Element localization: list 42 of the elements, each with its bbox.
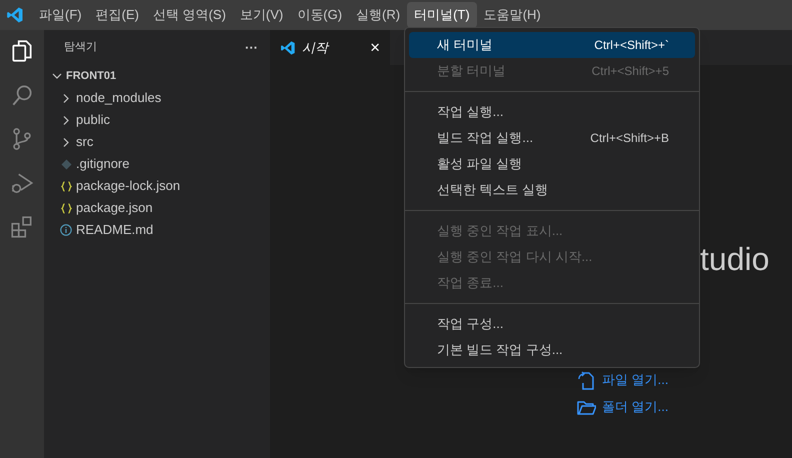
sidebar-title: 탐색기 [64, 40, 97, 56]
link[interactable]: 파일 열기... [602, 370, 668, 390]
welcome-heading: tudio [700, 240, 770, 279]
close-button[interactable]: × [370, 39, 380, 56]
chevron-icon[interactable] [61, 136, 71, 148]
folder-item[interactable]: src [76, 132, 94, 152]
tab-label: 시작 [302, 38, 330, 57]
braces-icon [60, 180, 72, 192]
file-item[interactable]: README.md [76, 220, 154, 240]
info-icon [60, 224, 72, 236]
menu-item[interactable]: 선택한 텍스트 실행 [409, 177, 695, 203]
menu-item[interactable]: 기본 빌드 작업 구성... [409, 337, 695, 363]
menu-bar-item[interactable]: 실행(R) [349, 2, 408, 28]
folder-item[interactable]: public [76, 110, 110, 130]
menu-bar-item[interactable]: 편집(E) [88, 2, 146, 28]
app-logo-icon[interactable] [6, 6, 24, 24]
editor-tab[interactable]: 시작 × [270, 30, 390, 65]
file-item[interactable]: .gitignore [76, 154, 130, 174]
file-item[interactable]: package-lock.json [76, 176, 180, 196]
menu-bar-item[interactable]: 이동(G) [290, 2, 350, 28]
chevron-icon[interactable] [61, 92, 71, 104]
menu-item[interactable]: 활성 파일 실행 [409, 151, 695, 177]
app-logo-icon [280, 40, 296, 56]
open-file-icon [576, 370, 596, 390]
menu-bar-item[interactable]: 보기(V) [232, 2, 290, 28]
menu-item[interactable]: 빌드 작업 실행... Ctrl+<Shift>+B [409, 125, 695, 151]
menu-item[interactable]: 작업 실행... [409, 99, 695, 125]
menu-bar-item[interactable]: 터미널(T) [407, 2, 477, 28]
link[interactable]: 폴더 열기... [602, 397, 668, 417]
folder-item[interactable]: node_modules [76, 88, 162, 108]
folder-heading[interactable]: FRONT01 [66, 68, 116, 84]
menu-bar-item[interactable]: 파일(F) [32, 2, 89, 28]
menu-bar-item[interactable]: 도움말(H) [476, 2, 548, 28]
chevron-icon[interactable] [61, 114, 71, 126]
menu-item[interactable]: 새 터미널 Ctrl+<Shift>+` [409, 32, 695, 58]
chevron-icon[interactable] [52, 70, 62, 82]
more-actions-button[interactable]: ··· [245, 38, 258, 58]
braces-icon [60, 202, 72, 214]
menu-bar-item[interactable]: 선택 영역(S) [146, 2, 233, 28]
diamond-icon [60, 158, 72, 170]
file-item[interactable]: package.json [76, 198, 153, 218]
menu-item[interactable]: 작업 구성... [409, 311, 695, 337]
